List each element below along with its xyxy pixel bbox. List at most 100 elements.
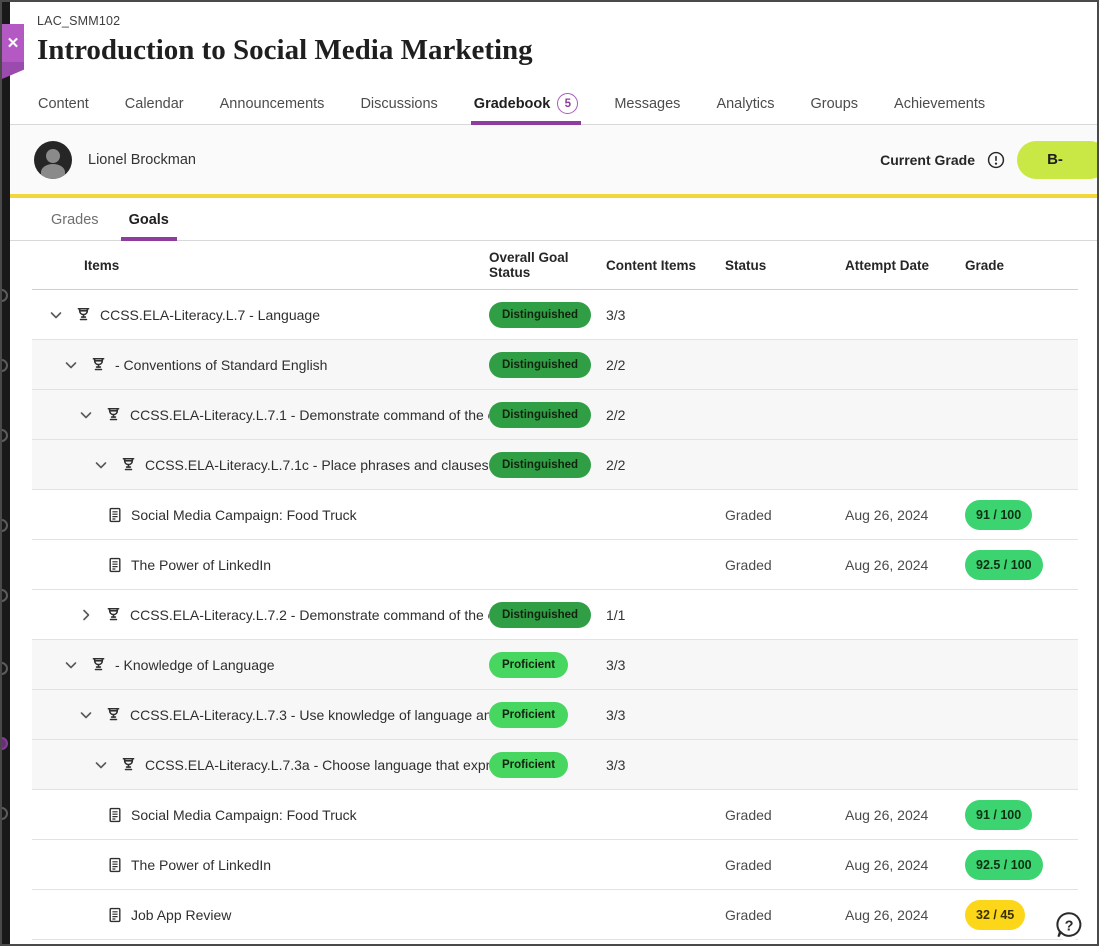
column-header-items: Items	[32, 258, 489, 273]
column-header-content-items: Content Items	[606, 258, 725, 273]
grade-pill[interactable]: 91 / 100	[965, 800, 1032, 830]
goal-row[interactable]: CCSS.ELA-Literacy.L.7.3a - Choose langua…	[32, 740, 1078, 790]
avatar[interactable]	[34, 141, 72, 179]
row-label: CCSS.ELA-Literacy.L.7.1 - Demonstrate co…	[130, 407, 489, 423]
student-bar: Lionel Brockman Current Grade B-	[10, 125, 1097, 194]
goal-status-badge: Proficient	[489, 652, 568, 678]
current-grade-pill[interactable]: B-	[1017, 141, 1099, 179]
current-grade-label: Current Grade	[880, 152, 975, 168]
content-item-row[interactable]: Social Media Campaign: Food TruckGradedA…	[32, 790, 1078, 840]
document-icon	[105, 855, 124, 874]
sidebar-icon-fragment	[2, 662, 8, 675]
row-label: CCSS.ELA-Literacy.L.7.1c - Place phrases…	[145, 457, 489, 473]
column-header-grade: Grade	[965, 258, 1078, 273]
attempt-date: Aug 26, 2024	[845, 907, 928, 923]
subtab-grades[interactable]: Grades	[49, 212, 101, 240]
nav-tab-content[interactable]: Content	[37, 83, 90, 124]
grade-pill[interactable]: 32 / 45	[965, 900, 1025, 930]
content-items-count: 3/3	[606, 307, 625, 323]
attempt-date: Aug 26, 2024	[845, 507, 928, 523]
nav-tab-label: Content	[38, 96, 89, 112]
goal-trophy-icon	[89, 655, 108, 674]
goal-trophy-icon	[74, 305, 93, 324]
attempt-date: Aug 26, 2024	[845, 857, 928, 873]
collapsed-sidebar[interactable]	[2, 2, 10, 944]
close-course-button[interactable]: ✕	[2, 24, 24, 79]
item-status: Graded	[725, 857, 772, 873]
goal-row[interactable]: CCSS.ELA-Literacy.L.7.1 - Demonstrate co…	[32, 390, 1078, 440]
content-items-count: 2/2	[606, 457, 625, 473]
chevron-down-icon[interactable]	[92, 456, 110, 474]
chevron-down-icon[interactable]	[77, 706, 95, 724]
table-header: ItemsOverall Goal StatusContent ItemsSta…	[32, 241, 1078, 290]
course-header: LAC_SMM102 Introduction to Social Media …	[10, 2, 1097, 67]
avatar-silhouette	[46, 149, 60, 163]
nav-tab-analytics[interactable]: Analytics	[715, 83, 775, 124]
nav-tab-announcements[interactable]: Announcements	[219, 83, 326, 124]
goal-trophy-icon	[119, 455, 138, 474]
document-icon	[105, 905, 124, 924]
course-code: LAC_SMM102	[37, 14, 1097, 28]
column-header-attempt-date: Attempt Date	[845, 258, 965, 273]
attempt-date: Aug 26, 2024	[845, 807, 928, 823]
nav-tab-achievements[interactable]: Achievements	[893, 83, 986, 124]
row-label: Social Media Campaign: Food Truck	[131, 807, 357, 823]
nav-tab-label: Gradebook	[474, 96, 551, 112]
goal-row[interactable]: CCSS.ELA-Literacy.L.7.3 - Use knowledge …	[32, 690, 1078, 740]
goal-status-badge: Distinguished	[489, 452, 591, 478]
sidebar-icon-fragment	[2, 519, 8, 532]
chevron-down-icon[interactable]	[62, 356, 80, 374]
goal-row[interactable]: - Conventions of Standard EnglishDisting…	[32, 340, 1078, 390]
goal-row[interactable]: CCSS.ELA-Literacy.L.7.2 - Demonstrate co…	[32, 590, 1078, 640]
chevron-down-icon[interactable]	[77, 406, 95, 424]
document-icon	[105, 505, 124, 524]
grade-pill[interactable]: 91 / 100	[965, 500, 1032, 530]
goals-table: ItemsOverall Goal StatusContent ItemsSta…	[32, 241, 1078, 940]
content-items-count: 1/1	[606, 607, 625, 623]
ribbon-fold	[2, 62, 24, 79]
goal-row[interactable]: CCSS.ELA-Literacy.L.7 - LanguageDistingu…	[32, 290, 1078, 340]
nav-tab-label: Discussions	[360, 96, 437, 112]
nav-tab-calendar[interactable]: Calendar	[124, 83, 185, 124]
content-item-row[interactable]: Job App ReviewGradedAug 26, 202432 / 45	[32, 890, 1078, 940]
chevron-down-icon[interactable]	[92, 756, 110, 774]
sidebar-icon-fragment	[2, 589, 8, 602]
chevron-down-icon[interactable]	[62, 656, 80, 674]
item-status: Graded	[725, 907, 772, 923]
goal-status-badge: Proficient	[489, 702, 568, 728]
grade-pill[interactable]: 92.5 / 100	[965, 550, 1043, 580]
goal-trophy-icon	[104, 605, 123, 624]
content-item-row[interactable]: Social Media Campaign: Food TruckGradedA…	[32, 490, 1078, 540]
column-header-goal-status: Overall Goal Status	[489, 250, 606, 280]
chevron-down-icon[interactable]	[47, 306, 65, 324]
nav-tab-messages[interactable]: Messages	[613, 83, 681, 124]
subtab-goals[interactable]: Goals	[127, 212, 171, 240]
attempt-date: Aug 26, 2024	[845, 557, 928, 573]
nav-tab-groups[interactable]: Groups	[809, 83, 859, 124]
goal-status-badge: Distinguished	[489, 352, 591, 378]
chevron-right-icon[interactable]	[77, 606, 95, 624]
row-label: Social Media Campaign: Food Truck	[131, 507, 357, 523]
goal-status-badge: Distinguished	[489, 602, 591, 628]
nav-tab-label: Achievements	[894, 96, 985, 112]
row-label: CCSS.ELA-Literacy.L.7 - Language	[100, 307, 320, 323]
goal-row[interactable]: - Knowledge of LanguageProficient3/3	[32, 640, 1078, 690]
content-item-row[interactable]: The Power of LinkedInGradedAug 26, 20249…	[32, 540, 1078, 590]
course-nav: Content Calendar Announcements Discussions G…	[10, 83, 1097, 125]
svg-text:?: ?	[1065, 919, 1074, 935]
item-status: Graded	[725, 557, 772, 573]
goal-row[interactable]: CCSS.ELA-Literacy.L.7.1c - Place phrases…	[32, 440, 1078, 490]
info-icon[interactable]	[987, 151, 1005, 169]
row-label: CCSS.ELA-Literacy.L.7.3 - Use knowledge …	[130, 707, 489, 723]
sidebar-icon-fragment	[2, 737, 8, 750]
nav-tab-label: Messages	[614, 96, 680, 112]
nav-tab-gradebook[interactable]: Gradebook5	[473, 83, 580, 124]
grade-pill[interactable]: 92.5 / 100	[965, 850, 1043, 880]
content-item-row[interactable]: The Power of LinkedInGradedAug 26, 20249…	[32, 840, 1078, 890]
goal-trophy-icon	[89, 355, 108, 374]
nav-tab-discussions[interactable]: Discussions	[359, 83, 438, 124]
close-icon: ✕	[7, 34, 20, 52]
row-label: CCSS.ELA-Literacy.L.7.3a - Choose langua…	[145, 757, 489, 773]
student-name: Lionel Brockman	[88, 152, 196, 168]
help-button[interactable]: ?	[1053, 909, 1085, 941]
